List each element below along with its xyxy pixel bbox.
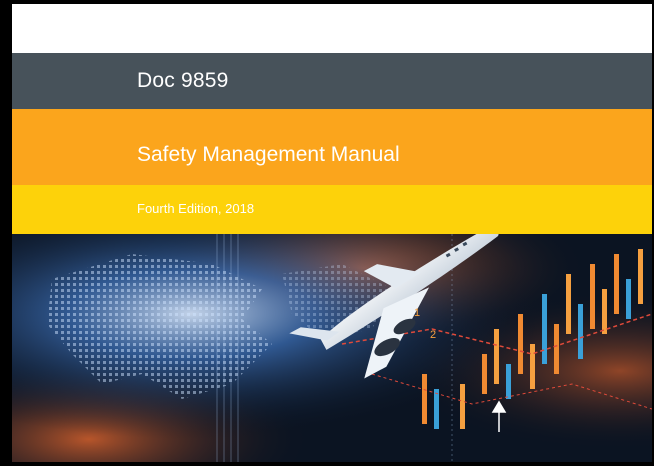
airplane-world-chart-icon: 1 2: [12, 234, 652, 462]
doc-number: Doc 9859: [137, 69, 229, 92]
edition-band: Fourth Edition, 2018: [12, 185, 652, 234]
title-band: Safety Management Manual: [12, 109, 652, 185]
document-frame: Doc 9859 Safety Management Manual Fourth…: [0, 0, 654, 466]
cover-page: Doc 9859 Safety Management Manual Fourth…: [12, 4, 652, 462]
edition-label: Fourth Edition, 2018: [137, 201, 255, 216]
svg-text:1: 1: [414, 307, 420, 319]
doc-number-band: Doc 9859: [12, 53, 652, 109]
svg-text:2: 2: [430, 329, 436, 341]
cover-illustration: 1 2: [12, 234, 652, 462]
document-title: Safety Management Manual: [137, 143, 400, 166]
